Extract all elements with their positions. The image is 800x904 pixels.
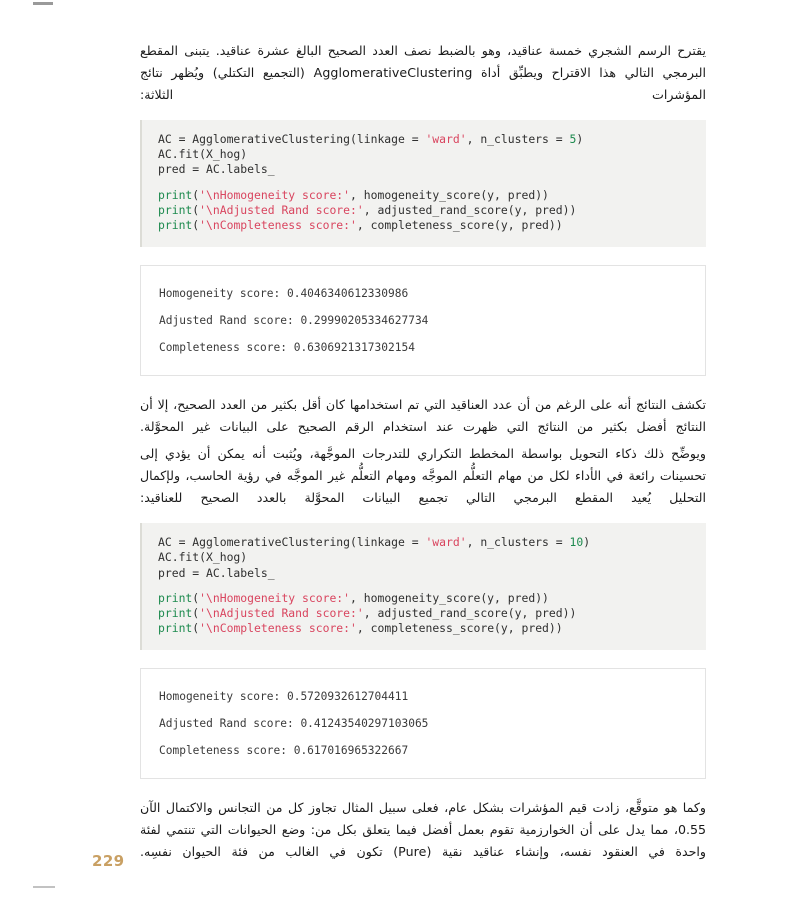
code-token: print: [158, 621, 193, 636]
code-token: , n_clusters =: [466, 535, 570, 550]
code-token: , homogeneity_score(y, pred)): [350, 187, 549, 202]
code-token: '\nHomogeneity score:': [199, 187, 351, 202]
code-block-clustering-10: AC = AgglomerativeClustering(linkage = '…: [140, 523, 706, 651]
code-token: 'ward': [425, 535, 467, 550]
top-crop-mark: [33, 2, 53, 5]
code-line: print('\nCompleteness score:', completen…: [158, 621, 690, 636]
output-box-scores-5: Homogeneity score: 0.4046340612330986 Adj…: [140, 265, 706, 377]
code-token: 'ward': [425, 132, 467, 146]
code-line: AC.fit(X_hog): [158, 147, 690, 162]
code-line: AC = AgglomerativeClustering(linkage = '…: [158, 132, 690, 147]
intro-paragraph-block: يقترح الرسم الشجري خمسة عناقيد، وهو بالض…: [140, 40, 706, 106]
code-token: AC = AgglomerativeClustering(linkage =: [158, 132, 426, 146]
page-content: يقترح الرسم الشجري خمسة عناقيد، وهو بالض…: [140, 40, 706, 877]
code-line: print('\nCompleteness score:', completen…: [158, 218, 690, 233]
code-line: AC.fit(X_hog): [158, 550, 690, 565]
output-line: Homogeneity score: 0.4046340612330986: [159, 287, 409, 301]
intro-paragraph: يقترح الرسم الشجري خمسة عناقيد، وهو بالض…: [140, 43, 706, 102]
code-token: print: [158, 606, 193, 621]
code-token: , completeness_score(y, pred)): [356, 218, 563, 233]
bottom-crop-mark: [33, 886, 55, 888]
code-token: 10: [569, 535, 584, 550]
conclusion-paragraph: وكما هو متوقَّع، زادت قيم المؤشرات بشكل …: [140, 800, 706, 860]
output-line: Homogeneity score: 0.5720932612704411: [159, 690, 409, 704]
page-number: 229: [92, 852, 125, 870]
code-block-clustering-5: AC = AgglomerativeClustering(linkage = '…: [140, 120, 706, 248]
code-token: pred = AC.labels_: [158, 162, 275, 177]
code-token: '\nAdjusted Rand score:': [199, 606, 364, 621]
code-token: pred = AC.labels_: [158, 565, 275, 580]
output-line: Adjusted Rand score: 0.29990205334627734: [159, 314, 429, 328]
code-token: , adjusted_rand_score(y, pred)): [363, 606, 577, 621]
code-token: '\nCompleteness score:': [199, 621, 357, 636]
code-token: , completeness_score(y, pred)): [356, 621, 563, 636]
code-token: print: [158, 590, 193, 605]
document-page: يقترح الرسم الشجري خمسة عناقيد، وهو بالض…: [0, 0, 800, 904]
code-token: , homogeneity_score(y, pred)): [350, 590, 549, 605]
code-token: , n_clusters =: [466, 132, 570, 146]
output-line: Completeness score: 0.6306921317302154: [159, 341, 415, 355]
code-token: '\nCompleteness score:': [199, 218, 357, 233]
code-token: AC = AgglomerativeClustering(linkage =: [158, 535, 426, 550]
code-line: print('\nAdjusted Rand score:', adjusted…: [158, 606, 690, 621]
code-token: AC.fit(X_hog): [158, 147, 248, 162]
code-line: AC = AgglomerativeClustering(linkage = '…: [158, 535, 690, 550]
code-token: '\nHomogeneity score:': [199, 590, 351, 605]
code-line: print('\nHomogeneity score:', homogeneit…: [158, 188, 690, 203]
code-line: print('\nAdjusted Rand score:', adjusted…: [158, 203, 690, 218]
code-line: pred = AC.labels_: [158, 162, 690, 177]
code-token: ): [583, 535, 591, 550]
output-box-scores-10: Homogeneity score: 0.5720932612704411 Adj…: [140, 668, 706, 780]
middle-paragraph-block: تكشف النتائج أنه على الرغم من أن عدد الع…: [140, 394, 706, 509]
conclusion-paragraph-block: وكما هو متوقَّع، زادت قيم المؤشرات بشكل …: [140, 797, 706, 863]
code-token: print: [158, 202, 193, 217]
code-line: print('\nHomogeneity score:', homogeneit…: [158, 591, 690, 606]
middle-paragraph-2: ويوضِّح ذلك ذكاء التحويل بواسطة المخطط ا…: [140, 446, 706, 506]
middle-paragraph-1: تكشف النتائج أنه على الرغم من أن عدد الع…: [140, 397, 706, 435]
code-line: pred = AC.labels_: [158, 566, 690, 581]
code-token: ): [576, 132, 584, 146]
output-line: Completeness score: 0.617016965322667: [159, 744, 409, 758]
code-token: , adjusted_rand_score(y, pred)): [363, 202, 577, 217]
code-token: AC.fit(X_hog): [158, 550, 248, 565]
code-token: print: [158, 187, 193, 202]
code-token: '\nAdjusted Rand score:': [199, 202, 364, 217]
code-token: print: [158, 218, 193, 233]
output-line: Adjusted Rand score: 0.41243540297103065: [159, 717, 429, 731]
